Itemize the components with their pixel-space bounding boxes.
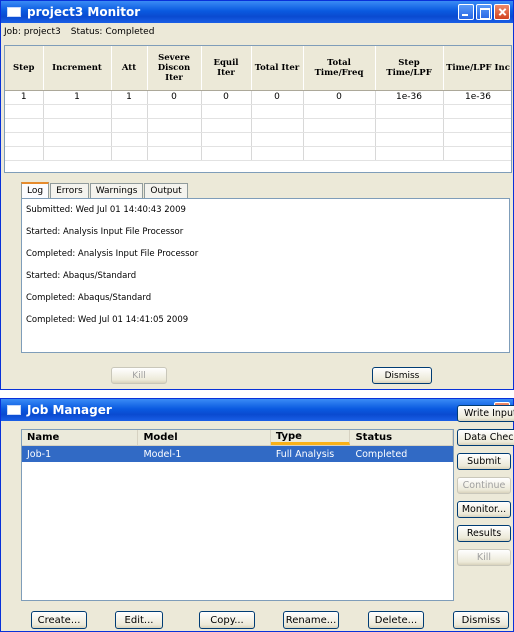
tab-warnings[interactable]: Warnings	[89, 183, 144, 198]
maximize-icon[interactable]	[476, 4, 492, 20]
monitor-button[interactable]: Monitor...	[457, 501, 511, 518]
edit-button[interactable]: Edit...	[115, 611, 163, 629]
cell: 1e-36	[375, 90, 444, 105]
col-header: Increment	[43, 46, 112, 91]
col-header: Step Time/LPF	[375, 46, 444, 91]
log-panel[interactable]: Submitted: Wed Jul 01 14:40:43 2009 Star…	[21, 198, 510, 353]
monitor-title: project3 Monitor	[27, 5, 141, 19]
status-label: Status:	[70, 27, 103, 37]
monitor-window: project3 Monitor Job: project3 Status: C…	[0, 0, 514, 390]
cell: 0	[251, 90, 304, 105]
kill-job-button[interactable]: Kill	[457, 549, 511, 566]
cell: 0	[303, 90, 376, 105]
col-header: Total Time/Freq	[303, 46, 376, 91]
col-header-type[interactable]: Type	[270, 430, 351, 445]
submit-button[interactable]: Submit	[457, 453, 511, 470]
tab-output[interactable]: Output	[144, 183, 188, 198]
tab-errors[interactable]: Errors	[50, 183, 89, 198]
log-line: Completed: Abaqus/Standard	[26, 293, 152, 303]
window-icon	[7, 7, 21, 17]
job-type: Full Analysis	[275, 448, 335, 460]
window-icon	[7, 405, 21, 415]
job-manager-window: Job Manager Name Model Type Status Job-1…	[0, 398, 514, 632]
col-header: Severe Discon Iter	[147, 46, 202, 91]
create-button[interactable]: Create...	[31, 611, 87, 629]
increment-table: Step Increment Att Severe Discon Iter Eq…	[4, 45, 512, 173]
col-header-name[interactable]: Name	[22, 430, 139, 445]
col-header: Total Iter	[251, 46, 304, 91]
cell: 0	[201, 90, 252, 105]
empty-row	[5, 118, 511, 133]
job-label: Job:	[4, 27, 21, 37]
minimize-icon[interactable]	[458, 4, 474, 20]
log-line: Completed: Analysis Input File Processor	[26, 249, 199, 259]
table-row[interactable]: Job-1 Model-1 Full Analysis Completed	[22, 446, 453, 462]
cell: 0	[147, 90, 202, 105]
col-header: Att	[111, 46, 148, 91]
empty-row	[5, 146, 511, 161]
cell: 1	[5, 90, 44, 105]
log-line: Started: Abaqus/Standard	[26, 271, 137, 281]
continue-button[interactable]: Continue	[457, 477, 511, 494]
table-row[interactable]: 1 1 1 0 0 0 0 1e-36 1e-36	[5, 90, 511, 105]
data-check-button[interactable]: Data Check	[457, 429, 514, 446]
monitor-tabs: Log Errors Warnings Output	[21, 182, 189, 199]
rename-button[interactable]: Rename...	[283, 611, 339, 629]
job-model: Model-1	[143, 448, 182, 460]
cell: 1	[111, 90, 148, 105]
jobs-table-header: Name Model Type Status	[22, 430, 453, 446]
col-header: Step	[5, 46, 44, 91]
empty-row	[5, 132, 511, 147]
tab-log[interactable]: Log	[21, 182, 50, 199]
job-name: Job-1	[27, 448, 52, 460]
kill-button[interactable]: Kill	[111, 367, 167, 384]
jobs-table: Name Model Type Status Job-1 Model-1 Ful…	[21, 429, 454, 601]
empty-row	[5, 104, 511, 119]
monitor-titlebar[interactable]: project3 Monitor	[1, 1, 513, 23]
col-header: Time/LPF Inc	[443, 46, 511, 91]
job-status: Completed	[355, 448, 408, 460]
write-input-button[interactable]: Write Input	[457, 405, 514, 422]
delete-button[interactable]: Delete...	[368, 611, 424, 629]
job-info-line: Job: project3 Status: Completed	[1, 23, 513, 41]
copy-button[interactable]: Copy...	[199, 611, 255, 629]
results-button[interactable]: Results	[457, 525, 511, 542]
log-line: Submitted: Wed Jul 01 14:40:43 2009	[26, 205, 186, 215]
cell: 1e-36	[443, 90, 511, 105]
cell: 1	[43, 90, 112, 105]
col-header-model[interactable]: Model	[138, 430, 271, 445]
dismiss-jobs-button[interactable]: Dismiss	[453, 611, 509, 629]
col-header: Equil Iter	[201, 46, 252, 91]
job-manager-title: Job Manager	[27, 403, 112, 417]
job-value: project3	[23, 27, 61, 37]
close-icon[interactable]	[494, 4, 510, 20]
dismiss-button[interactable]: Dismiss	[372, 367, 432, 384]
log-line: Completed: Wed Jul 01 14:41:05 2009	[26, 315, 189, 325]
status-value: Completed	[105, 27, 155, 37]
job-manager-titlebar[interactable]: Job Manager	[1, 399, 513, 421]
col-header-status[interactable]: Status	[350, 430, 453, 445]
log-line: Started: Analysis Input File Processor	[26, 227, 184, 237]
